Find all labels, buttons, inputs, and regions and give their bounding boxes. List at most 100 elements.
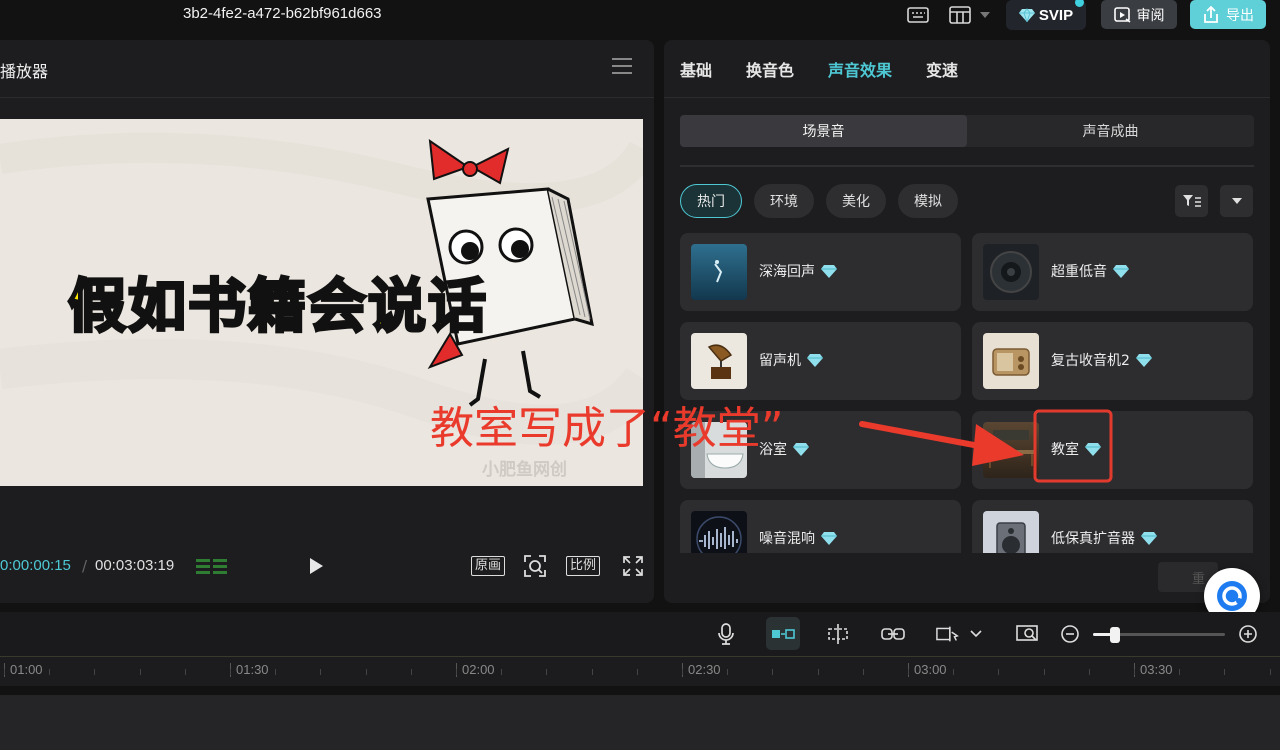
filter-button[interactable]	[1175, 185, 1208, 217]
ruler-minor-tick	[456, 669, 457, 675]
review-button[interactable]: 审阅	[1101, 0, 1177, 29]
effect-card-heavy-bass[interactable]: 超重低音	[972, 233, 1253, 311]
annotation-text: 教室写成了“教堂”	[430, 403, 784, 454]
effect-card-lofi-amplifier[interactable]: 低保真扩音器	[972, 500, 1253, 553]
chevron-down-icon[interactable]	[968, 622, 984, 646]
segment-control: 场景音 声音成曲	[680, 115, 1254, 147]
preview-axis-icon[interactable]	[936, 622, 960, 646]
svip-button[interactable]: SVIP	[1006, 0, 1086, 30]
review-icon	[1113, 6, 1130, 23]
chip-simulate[interactable]: 模拟	[898, 184, 958, 218]
ruler-minor-tick	[1044, 669, 1045, 675]
ruler-minor-tick	[863, 669, 864, 675]
microphone-icon[interactable]	[714, 622, 738, 646]
ruler-minor-tick	[546, 669, 547, 675]
project-title: 3b2-4fe2-a472-b62bf961d663	[183, 5, 382, 22]
category-chips: 热门 环境 美化 模拟	[680, 184, 958, 218]
tab-basic[interactable]: 基础	[680, 57, 712, 81]
chip-environment[interactable]: 环境	[754, 184, 814, 218]
effect-card-retro-radio-2[interactable]: 复古收音机2	[972, 322, 1253, 400]
play-button[interactable]	[308, 555, 324, 577]
total-time: 00:03:03:19	[95, 557, 175, 574]
chevron-down-icon	[1231, 198, 1242, 204]
ruler-minor-tick	[592, 669, 593, 675]
export-label: 导出	[1226, 7, 1254, 24]
reset-label: 重	[1192, 571, 1206, 587]
tab-sound-effects[interactable]: 声音效果	[828, 57, 892, 81]
zoom-fit-icon[interactable]	[1016, 622, 1040, 646]
chevron-down-icon[interactable]	[976, 4, 994, 26]
play-icon	[310, 558, 323, 574]
effect-label: 噪音混响	[759, 531, 815, 547]
original-quality-button[interactable]: 原画	[471, 555, 506, 577]
menu-icon[interactable]	[612, 58, 632, 74]
ruler-minor-tick	[1270, 669, 1271, 675]
effect-label: 低保真扩音器	[1051, 531, 1135, 547]
radio-thumb	[983, 333, 1039, 389]
ruler-minor-tick	[94, 669, 95, 675]
export-button[interactable]: 导出	[1190, 0, 1266, 29]
chip-popular[interactable]: 热门	[680, 184, 742, 218]
ruler-minor-tick	[411, 669, 412, 675]
ruler-minor-tick	[772, 669, 773, 675]
effect-card-gramophone[interactable]: 留声机	[680, 322, 961, 400]
effect-label: 深海回声	[759, 264, 815, 280]
effect-label: 教室	[1051, 442, 1079, 458]
ruler-tick: 01:30	[230, 663, 269, 677]
link-icon[interactable]	[881, 622, 905, 646]
keyboard-icon[interactable]	[905, 4, 931, 26]
vip-diamond-icon	[821, 532, 837, 545]
segment-voice-to-song[interactable]: 声音成曲	[967, 115, 1254, 147]
tab-speed[interactable]: 变速	[926, 57, 958, 81]
magnet-link-icon	[771, 622, 795, 646]
ruler-minor-tick	[320, 669, 321, 675]
ruler-minor-tick	[637, 669, 638, 675]
aspect-ratio-label: 比例	[566, 556, 601, 576]
timeline-track[interactable]	[0, 695, 1280, 750]
current-time: 0:00:00:15	[0, 557, 71, 574]
vip-diamond-icon	[1135, 354, 1152, 367]
dropdown-button[interactable]	[1220, 185, 1253, 217]
timeline-ruler[interactable]: 01:00 01:30 02:00 02:30 03:00 03:30	[0, 656, 1280, 686]
focus-icon[interactable]	[523, 555, 547, 577]
ruler-minor-tick	[501, 669, 502, 675]
effect-label: 超重低音	[1051, 264, 1107, 280]
speaker-thumb	[983, 244, 1039, 300]
effect-card-noise-reverb[interactable]: 噪音混响	[680, 500, 961, 553]
ruler-minor-tick	[4, 669, 5, 675]
effect-card-classroom[interactable]: 教室	[972, 411, 1253, 489]
ruler-minor-tick	[140, 669, 141, 675]
chip-beautify[interactable]: 美化	[826, 184, 886, 218]
ruler-minor-tick	[1179, 669, 1180, 675]
ruler-minor-tick	[1224, 669, 1225, 675]
upload-icon	[1204, 5, 1218, 23]
svip-label: SVIP	[1038, 6, 1074, 24]
layout-icon[interactable]	[947, 4, 973, 26]
divider	[0, 97, 654, 98]
audio-meter-icon	[196, 555, 228, 577]
deep-sea-thumb	[691, 244, 747, 300]
vip-diamond-icon	[1085, 443, 1101, 456]
zoom-in-icon[interactable]	[1236, 622, 1260, 646]
ruler-tick: 03:30	[1134, 663, 1173, 677]
vip-diamond-icon	[1141, 532, 1157, 545]
aspect-ratio-button[interactable]: 比例	[566, 555, 601, 577]
gramophone-thumb	[691, 333, 747, 389]
waveform-thumb	[691, 511, 747, 553]
segment-scene-sound[interactable]: 场景音	[680, 115, 967, 147]
panel-tabs: 基础 换音色 声音效果 变速	[680, 57, 958, 81]
zoom-out-icon[interactable]	[1058, 622, 1082, 646]
divider	[664, 97, 1270, 98]
timeline-toolbar	[0, 612, 1280, 656]
split-icon[interactable]	[826, 622, 850, 646]
tab-voice-changer[interactable]: 换音色	[746, 57, 794, 81]
ruler-tick: 02:30	[682, 663, 721, 677]
vip-diamond-icon	[1113, 265, 1129, 278]
effect-card-deep-sea-echo[interactable]: 深海回声	[680, 233, 961, 311]
fullscreen-icon[interactable]	[622, 555, 644, 577]
ruler-minor-tick	[185, 669, 186, 675]
zoom-slider-handle[interactable]	[1110, 627, 1120, 643]
time-separator: /	[82, 557, 88, 575]
filter-icon	[1182, 195, 1201, 207]
ruler-minor-tick	[818, 669, 819, 675]
